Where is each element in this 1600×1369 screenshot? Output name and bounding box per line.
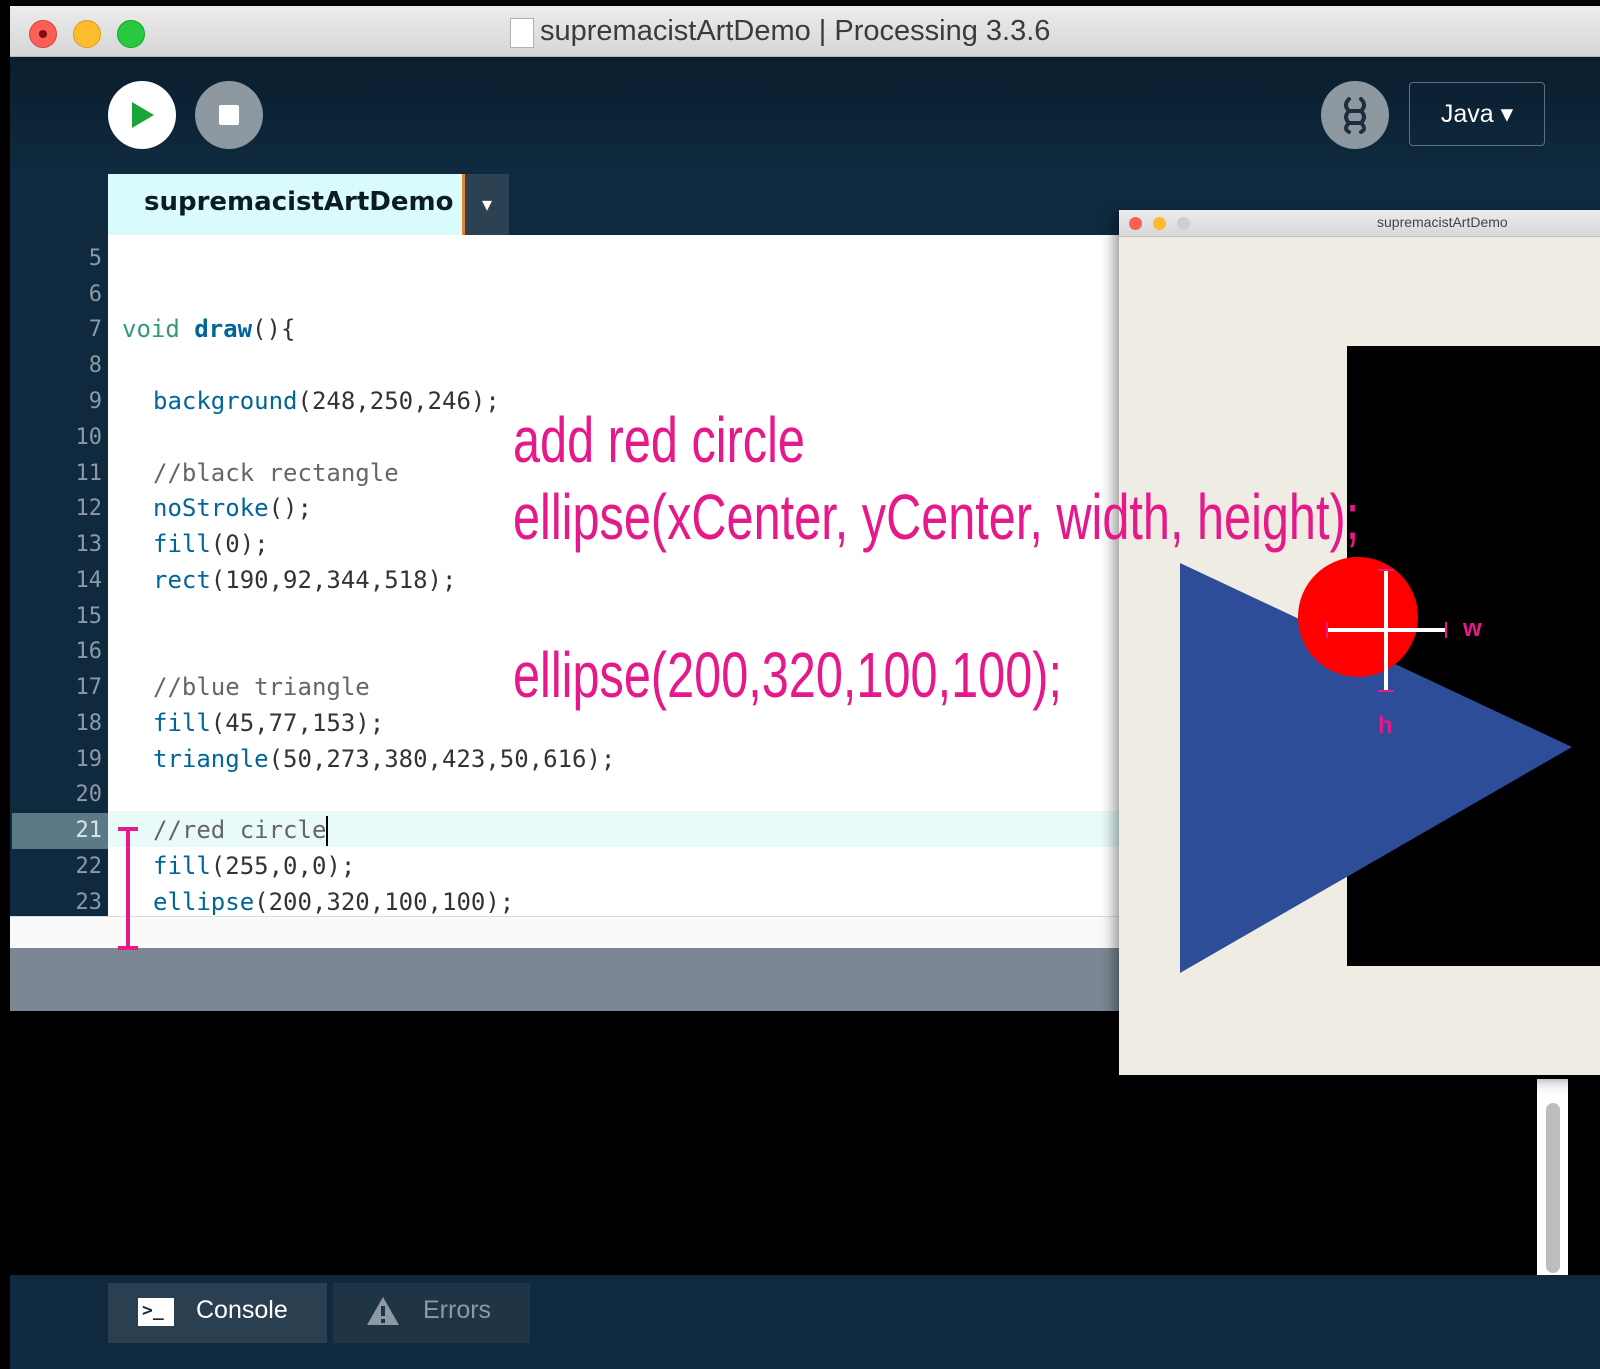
annotation-syntax: ellipse(xCenter, yCenter, width, height)… (513, 481, 1360, 553)
warning-icon (367, 1297, 399, 1325)
line-number: 14 (75, 568, 103, 593)
debug-icon (1344, 97, 1366, 134)
run-button[interactable] (108, 81, 176, 149)
console-tab-label: Console (196, 1296, 288, 1324)
function-name: noStroke (153, 494, 269, 522)
tab-errors[interactable]: Errors (333, 1283, 530, 1343)
horizontal-scrollbar[interactable] (10, 916, 1130, 949)
tab-menu-button[interactable]: ▾ (465, 174, 509, 235)
line-number-gutter: 5 6 7 8 9 10 11 12 13 14 15 16 17 18 19 … (10, 235, 108, 916)
code-text: (248,250,246); (297, 387, 500, 415)
sketch-close-button[interactable] (1129, 217, 1142, 230)
code-line-17: //blue triangle (153, 673, 370, 701)
line-number: 13 (75, 532, 103, 557)
code-line-22: fill(255,0,0); (153, 849, 355, 885)
sketch-minimize-button[interactable] (1153, 217, 1166, 230)
code-text: (0); (210, 530, 269, 558)
code-line-19: triangle(50,273,380,423,50,616); (153, 742, 615, 778)
line-number: 7 (88, 317, 102, 342)
annotation-heading: add red circle (513, 404, 805, 476)
line-number: 11 (75, 461, 103, 486)
errors-tab-label: Errors (423, 1296, 492, 1324)
function-name: fill (153, 709, 211, 737)
zoom-window-button[interactable] (117, 20, 145, 48)
line-number: 17 (75, 675, 103, 700)
console-icon: >_ (138, 1298, 174, 1326)
tab-console[interactable]: >_ Console (108, 1283, 327, 1343)
code-line-23: ellipse(200,320,100,100); (153, 885, 514, 916)
sketch-window: supremacistArtDemo (1119, 210, 1600, 1075)
code-editor[interactable]: void draw(){ background(248,250,246); //… (108, 235, 1130, 916)
code-line-12: noStroke(); (153, 491, 312, 527)
line-number: 19 (75, 747, 103, 772)
line-number: 9 (88, 389, 102, 414)
line-number: 8 (88, 353, 102, 378)
code-text: (200,320,100,100); (254, 888, 515, 916)
line-number: 10 (75, 425, 103, 450)
line-number: 12 (75, 496, 103, 521)
code-line-18: fill(45,77,153); (153, 706, 384, 742)
window-title: supremacistArtDemo | Processing 3.3.6 (540, 15, 1051, 47)
line-number: 22 (75, 854, 103, 879)
function-name: fill (153, 530, 211, 558)
width-label: w (1463, 615, 1482, 642)
line-number: 6 (88, 282, 102, 307)
keyword: void (122, 315, 195, 343)
tab-sketch[interactable]: supremacistArtDemo (108, 174, 466, 235)
function-name: rect (153, 566, 211, 594)
function-name: draw (194, 315, 253, 343)
document-icon (510, 18, 534, 48)
sketch-window-title: supremacistArtDemo (1377, 214, 1508, 230)
play-icon (132, 102, 154, 128)
code-text: (45,77,153); (210, 709, 385, 737)
toolbar: Java ▾ (10, 57, 1600, 175)
height-label: h (1378, 712, 1393, 739)
line-number: 20 (75, 782, 103, 807)
sketch-canvas (1180, 346, 1600, 973)
code-line-11: //black rectangle (153, 459, 399, 487)
line-number: 16 (75, 639, 103, 664)
sketch-title-bar: supremacistArtDemo (1119, 210, 1600, 237)
code-line-9: background(248,250,246); (153, 384, 500, 420)
code-text: (190,92,344,518); (210, 566, 457, 594)
sketch-zoom-button[interactable] (1177, 217, 1190, 230)
close-window-button[interactable] (29, 20, 57, 48)
line-number: 15 (75, 604, 103, 629)
code-text: (); (268, 494, 312, 522)
minimize-window-button[interactable] (73, 20, 101, 48)
red-circle (1298, 557, 1418, 677)
bottom-bar: >_ Console Errors (10, 1275, 1600, 1369)
stop-icon (219, 105, 239, 125)
code-line-14: rect(190,92,344,518); (153, 563, 456, 599)
code-line-13: fill(0); (153, 527, 269, 563)
line-number-current: 21 (12, 813, 108, 849)
text-caret (326, 816, 329, 846)
code-text: (){ (252, 315, 296, 343)
console-scrollbar[interactable] (1537, 1079, 1568, 1281)
tab-label: supremacistArtDemo (144, 187, 454, 217)
line-number: 5 (88, 246, 102, 271)
function-name: triangle (153, 745, 269, 773)
code-text: (50,273,380,423,50,616); (268, 745, 616, 773)
status-bar (10, 948, 1130, 1011)
title-bar: supremacistArtDemo | Processing 3.3.6 (10, 6, 1600, 57)
function-name: fill (153, 852, 211, 880)
code-line-7: void draw(){ (122, 312, 295, 348)
function-name: background (153, 387, 298, 415)
scrollbar-thumb[interactable] (1546, 1103, 1560, 1273)
mode-select[interactable]: Java ▾ (1409, 82, 1545, 146)
code-text: (255,0,0); (210, 852, 356, 880)
function-name: ellipse (153, 888, 255, 916)
code-line-21: //red circle (153, 813, 329, 849)
debug-button[interactable] (1321, 81, 1389, 149)
annotation-example: ellipse(200,320,100,100); (513, 639, 1062, 711)
comment-text: //red circle (153, 816, 327, 844)
line-number: 18 (75, 711, 103, 736)
stop-button[interactable] (195, 81, 263, 149)
